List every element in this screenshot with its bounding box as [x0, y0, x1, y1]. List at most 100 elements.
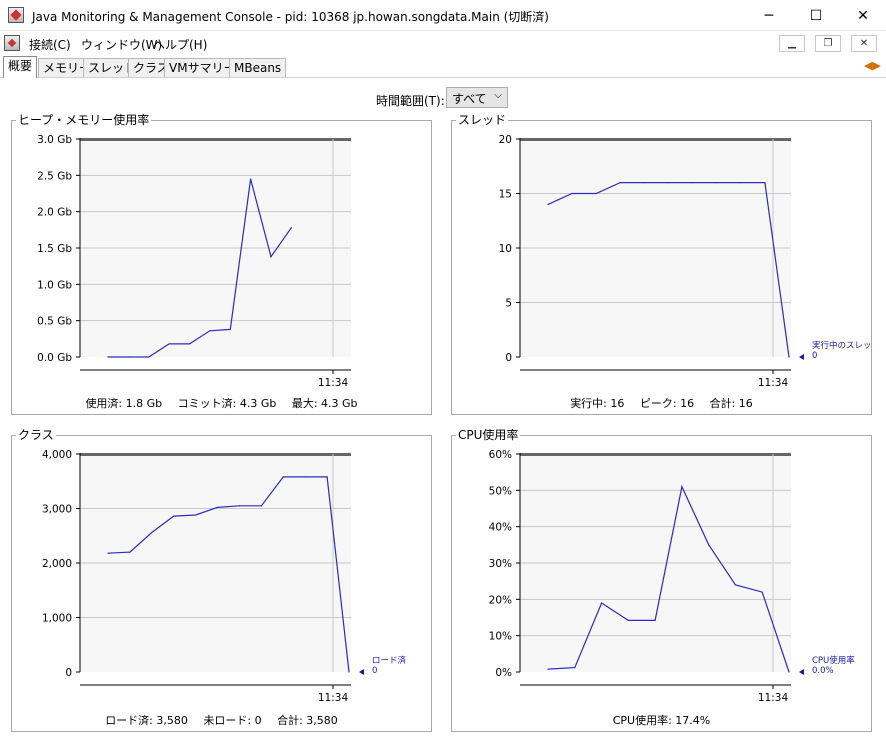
y-tick-label: 0%: [495, 667, 512, 679]
minimize-button[interactable]: ─: [746, 0, 792, 31]
close-button[interactable]: ✕: [840, 0, 886, 31]
title-bar[interactable]: Java Monitoring & Management Console - p…: [0, 0, 886, 31]
legend-marker: [359, 669, 364, 675]
y-tick-label: 50%: [489, 485, 512, 497]
classes-summary: ロード済: 3,580 未ロード: 0 合計: 3,580: [12, 712, 431, 728]
frame-close-button[interactable]: ✕: [851, 35, 877, 52]
data-point: [788, 356, 790, 358]
y-tick-label: 5: [505, 298, 512, 310]
y-tick-label: 0.0 Gb: [37, 352, 72, 364]
data-point: [127, 356, 129, 358]
frame-minimize-button[interactable]: ▁: [779, 35, 805, 52]
time-range-select[interactable]: すべて ⌵: [446, 87, 508, 108]
data-point: [260, 505, 262, 507]
y-tick-label: 15: [499, 189, 512, 201]
threads-total: 合計: 16: [709, 397, 753, 410]
legend-marker: [799, 354, 804, 360]
y-tick-label: 20: [499, 134, 512, 146]
data-point: [348, 671, 350, 673]
data-point: [708, 544, 710, 546]
data-point: [151, 531, 153, 534]
data-point: [250, 178, 252, 180]
data-point: [270, 256, 272, 258]
data-point: [595, 192, 597, 195]
data-point: [107, 356, 109, 358]
data-point: [326, 476, 328, 478]
cpu-panel: CPU使用率 60% 50% 40% 30% 20% 10% 0% 11:34 CPU使用率 0.…: [451, 428, 872, 732]
data-point: [788, 671, 790, 673]
data-point: [681, 486, 683, 488]
y-tick-label: 1.5 Gb: [37, 243, 72, 255]
plot-top-border: [520, 453, 791, 456]
tab-bar: 概要 メモリー スレッド クラス VMサマリー MBeans ◀▶: [0, 55, 886, 78]
data-point: [173, 515, 175, 517]
plot-top-border: [80, 453, 351, 456]
internal-frame-icon[interactable]: [4, 35, 20, 51]
time-range-label: 時間範囲(T):: [376, 94, 445, 108]
classes-chart: 4,0003,0002,0001,000011:34ロード済0: [42, 449, 407, 704]
data-point: [600, 602, 603, 604]
legend-series-value: 0: [812, 351, 817, 361]
data-point: [229, 328, 231, 330]
menu-connection[interactable]: 接続(C): [29, 36, 71, 53]
heap-committed: コミット済: 4.3 Gb: [177, 397, 277, 410]
legend-series-value: 0.0%: [812, 666, 834, 676]
legend-series-name: ロード済: [372, 655, 407, 666]
heap-used: 使用済: 1.8 Gb: [85, 397, 163, 410]
y-tick-label: 2.5 Gb: [37, 170, 72, 182]
maximize-button[interactable]: ☐: [793, 0, 839, 31]
cpu-chart: 60% 50% 40% 30% 20% 10% 0% 11:34 CPU使用率0.0%: [489, 449, 856, 704]
threads-live: 実行中: 16: [570, 397, 625, 410]
data-point: [547, 668, 549, 670]
y-tick-label: 4,000: [42, 449, 72, 461]
data-point: [304, 476, 306, 478]
y-tick-label: 0: [65, 667, 72, 679]
legend-series-name: CPU使用率: [812, 655, 855, 666]
plot-top-border: [520, 138, 791, 141]
data-point: [574, 667, 576, 669]
data-point: [148, 356, 150, 358]
data-point: [290, 227, 292, 229]
data-point: [627, 619, 629, 622]
threads-chart: 2015105011:34実行中のスレッド0: [499, 134, 873, 389]
y-tick-label: 40%: [489, 522, 512, 534]
frame-restore-button[interactable]: ❐: [815, 35, 841, 52]
chevron-down-icon: ⌵: [494, 90, 502, 101]
menu-window[interactable]: ウィンドウ(W): [81, 36, 162, 53]
data-point: [129, 551, 131, 553]
y-tick-label: 10: [499, 243, 512, 255]
window-title: Java Monitoring & Management Console - p…: [32, 10, 549, 24]
threads-summary: 実行中: 16 ピーク: 16 合計: 16: [452, 395, 871, 411]
y-tick-label: 20%: [489, 594, 512, 606]
y-tick-label: 1.0 Gb: [37, 279, 72, 291]
data-point: [740, 182, 742, 184]
y-tick-label: 10%: [489, 631, 512, 643]
time-range-value: すべて: [452, 92, 487, 106]
menu-bar: 接続(C) ウィンドウ(W) ヘルプ(H) ▁ ❐ ✕: [0, 31, 886, 55]
data-point: [643, 182, 645, 184]
data-point: [734, 584, 737, 586]
data-point: [107, 552, 109, 554]
y-tick-label: 1,000: [42, 613, 72, 625]
data-point: [619, 182, 621, 184]
data-point: [692, 182, 694, 184]
y-tick-label: 0.5 Gb: [37, 316, 72, 328]
legend-series-value: 0: [372, 666, 377, 676]
tab-scroll-arrows-icon[interactable]: ◀▶: [864, 60, 881, 72]
y-tick-label: 30%: [489, 558, 512, 570]
heap-max: 最大: 4.3 Gb: [291, 397, 358, 410]
menu-help[interactable]: ヘルプ(H): [153, 36, 207, 53]
tab-overview[interactable]: 概要: [3, 56, 38, 78]
data-point: [188, 343, 191, 345]
java-app-icon[interactable]: [8, 7, 24, 23]
tab-mbeans[interactable]: MBeans: [229, 58, 287, 77]
y-tick-label: 0: [505, 352, 512, 364]
legend-series-name: 実行中のスレッド: [812, 340, 873, 351]
y-tick-label: 3,000: [42, 504, 72, 516]
classes-total: 合計: 3,580: [277, 714, 338, 727]
classes-unloaded: 未ロード: 0: [203, 714, 262, 727]
x-tick-label: 11:34: [758, 377, 789, 389]
data-point: [654, 619, 656, 622]
threads-peak: ピーク: 16: [639, 397, 695, 410]
legend-marker: [799, 669, 804, 675]
